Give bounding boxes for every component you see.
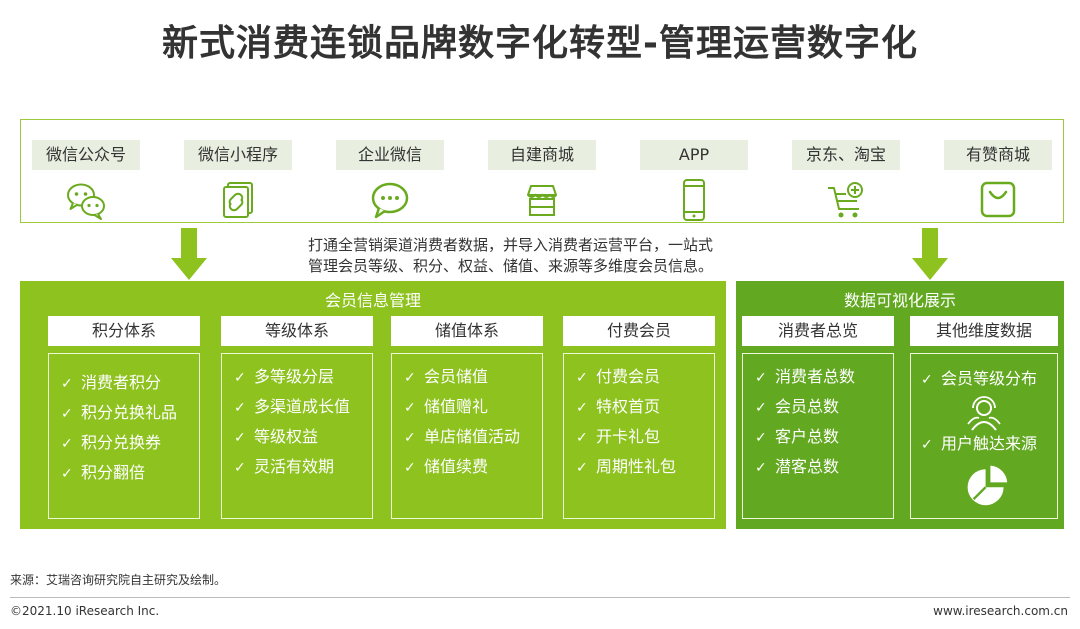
list-item: ✓ 积分兑换券 — [61, 433, 162, 452]
channel-panel: 微信公众号 微信小程序 企业微信 自建商城 APP 京东、淘宝 有赞商城 — [20, 119, 1064, 223]
list-item: ✓ 灵活有效期 — [234, 457, 335, 476]
channel-youzan-mall: 有赞商城 — [943, 140, 1053, 222]
copyright: ©2021.10 iResearch Inc. — [10, 604, 160, 618]
column-title: 储值体系 — [391, 316, 543, 346]
mini-program-icon — [216, 178, 260, 222]
column-title: 其他维度数据 — [910, 316, 1058, 346]
channel-label: APP — [640, 140, 748, 170]
list-item: ✓ 周期性礼包 — [576, 457, 677, 476]
source-note: 来源：艾瑞咨询研究院自主研究及绘制。 — [10, 573, 227, 587]
channel-label: 企业微信 — [336, 140, 444, 170]
list-item: ✓ 客户总数 — [755, 427, 840, 446]
arrow-down-icon — [169, 228, 209, 282]
channel-label: 京东、淘宝 — [792, 140, 900, 170]
column-box: ✓ 会员储值 ✓ 储值赠礼 ✓ 单店储值活动 ✓ 储值续费 — [391, 353, 543, 519]
channel-wechat-official: 微信公众号 — [31, 140, 141, 222]
list-item: ✓ 消费者总数 — [755, 367, 856, 386]
channel-enterprise-wechat: 企业微信 — [335, 140, 445, 222]
list-item: ✓ 会员总数 — [755, 397, 840, 416]
page-title: 新式消费连锁品牌数字化转型-管理运营数字化 — [162, 23, 918, 64]
panel-title: 会员信息管理 — [324, 291, 421, 310]
member-info-panel: 会员信息管理 积分体系 ✓ 消费者积分 ✓ 积分兑换礼品 ✓ 积分兑换券 ✓ 积分翻倍 … — [20, 281, 726, 529]
list-item: ✓ 积分兑换礼品 — [61, 403, 178, 422]
channel-self-built-mall: 自建商城 — [487, 140, 597, 222]
channel-label: 微信小程序 — [184, 140, 292, 170]
footer-divider — [10, 597, 1070, 598]
website-link[interactable]: www.iresearch.com.cn — [933, 604, 1068, 618]
channel-label: 自建商城 — [488, 140, 596, 170]
column-box: ✓ 消费者积分 ✓ 积分兑换礼品 ✓ 积分兑换券 ✓ 积分翻倍 — [48, 353, 200, 519]
channel-label: 微信公众号 — [32, 140, 140, 170]
channel-jd-taobao: 京东、淘宝 — [791, 140, 901, 222]
list-item: ✓ 多等级分层 — [234, 367, 335, 386]
column-title: 消费者总览 — [742, 316, 894, 346]
column-box: ✓ 会员等级分布 ✓ 用户触达来源 — [910, 353, 1058, 519]
storefront-icon — [520, 178, 564, 222]
list-item: ✓ 单店储值活动 — [404, 427, 521, 446]
list-item: ✓ 消费者积分 — [61, 373, 162, 392]
list-item: ✓ 等级权益 — [234, 427, 319, 446]
list-item: ✓ 储值续费 — [404, 457, 489, 476]
data-visualization-panel: 数据可视化展示 消费者总览 ✓ 消费者总数 ✓ 会员总数 ✓ 客户总数 ✓ 潜客总数 其… — [736, 281, 1064, 529]
arrow-down-icon — [910, 228, 950, 282]
channel-wechat-mini-program: 微信小程序 — [183, 140, 293, 222]
column-title: 积分体系 — [48, 316, 200, 346]
list-item: ✓ 会员等级分布 — [921, 369, 1038, 388]
list-item: ✓ 多渠道成长值 — [234, 397, 351, 416]
list-item: ✓ 开卡礼包 — [576, 427, 661, 446]
enterprise-wechat-icon — [368, 178, 412, 222]
column-box: ✓ 多等级分层 ✓ 多渠道成长值 ✓ 等级权益 ✓ 灵活有效期 — [221, 353, 373, 519]
list-item: ✓ 潜客总数 — [755, 457, 840, 476]
shopping-bag-icon — [976, 178, 1020, 222]
column-title: 等级体系 — [221, 316, 373, 346]
integration-description: 打通全营销渠道消费者数据，并导入消费者运营平台，一站式 管理会员等级、积分、权益… — [308, 236, 714, 275]
column-title: 付费会员 — [563, 316, 715, 346]
list-item: ✓ 特权首页 — [576, 397, 661, 416]
channel-app: APP — [639, 140, 749, 222]
list-item: ✓ 用户触达来源 — [921, 434, 1038, 453]
list-item: ✓ 储值赠礼 — [404, 397, 489, 416]
shopping-cart-icon — [824, 178, 868, 222]
list-item: ✓ 付费会员 — [576, 367, 661, 386]
list-item: ✓ 会员储值 — [404, 367, 489, 386]
list-item: ✓ 积分翻倍 — [61, 463, 146, 482]
user-group-icon — [964, 394, 1004, 434]
column-box: ✓ 消费者总数 ✓ 会员总数 ✓ 客户总数 ✓ 潜客总数 — [742, 353, 894, 519]
column-box: ✓ 付费会员 ✓ 特权首页 ✓ 开卡礼包 ✓ 周期性礼包 — [563, 353, 715, 519]
wechat-chat-icon — [64, 178, 108, 222]
channel-label: 有赞商城 — [944, 140, 1052, 170]
pie-chart-icon — [964, 462, 1012, 510]
panel-title: 数据可视化展示 — [843, 291, 956, 310]
smartphone-icon — [672, 178, 716, 222]
